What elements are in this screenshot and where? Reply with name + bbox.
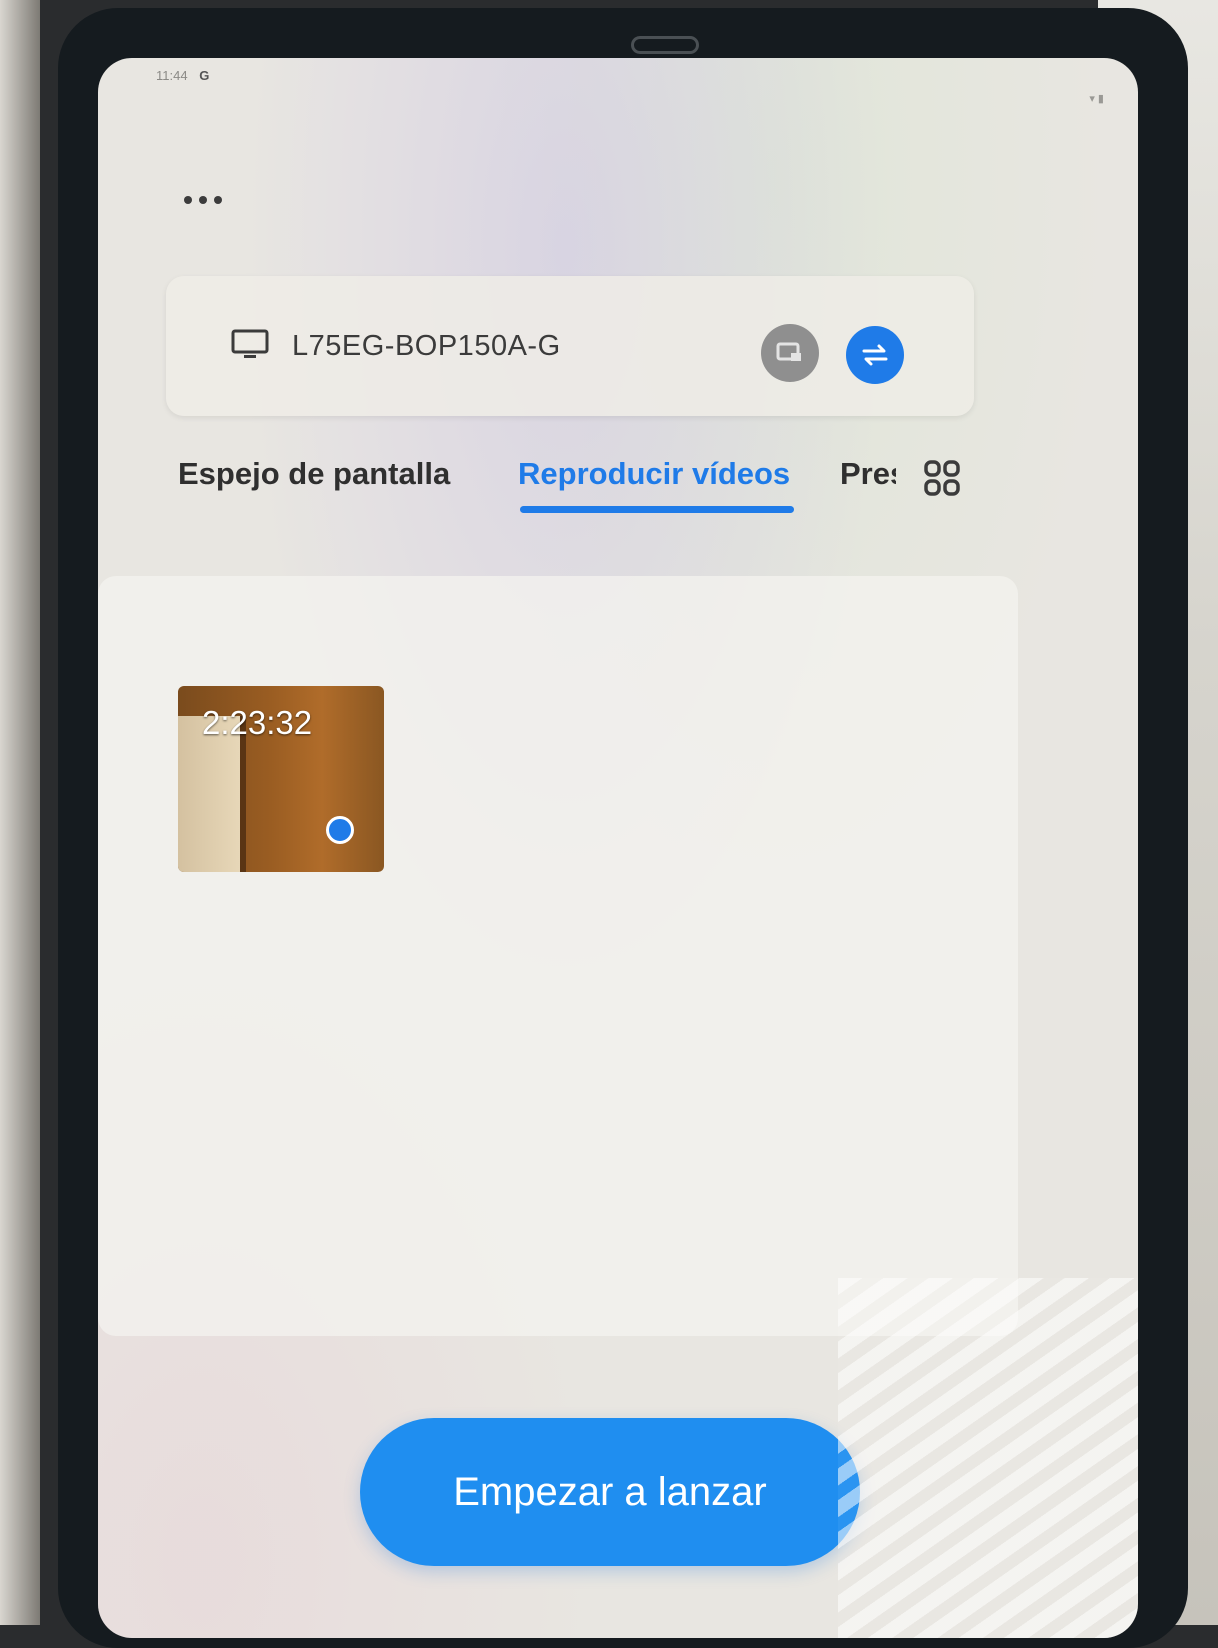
tablet-screen: 11:44 G ▾ ▮ L75EG-BOP150A-G Espejo de pa… — [98, 58, 1138, 1638]
active-tab-indicator — [520, 506, 794, 513]
screen-mirror-button[interactable] — [761, 324, 819, 382]
device-name: L75EG-BOP150A-G — [292, 330, 561, 362]
switch-device-button[interactable] — [846, 326, 904, 384]
video-select-radio[interactable] — [326, 816, 354, 844]
status-bar-left: 11:44 G — [156, 68, 209, 83]
tab-presentation[interactable]: Presentación — [840, 456, 896, 492]
more-horizontal-icon[interactable] — [184, 190, 234, 210]
start-cast-button[interactable]: Empezar a lanzar — [360, 1418, 860, 1566]
status-bar-right: ▾ ▮ — [1089, 93, 1104, 105]
tab-screen-mirror[interactable]: Espejo de pantalla — [178, 456, 450, 492]
screen-mirror-icon — [776, 342, 801, 361]
connected-device-card[interactable]: L75EG-BOP150A-G — [166, 276, 974, 416]
background-left — [0, 0, 40, 1625]
tab-bar: Espejo de pantalla Reproducir vídeos Pre… — [176, 456, 996, 526]
video-thumbnail[interactable]: 2:23:32 — [178, 686, 384, 872]
switch-device-icon — [862, 344, 888, 366]
status-icons: G — [199, 68, 210, 83]
tv-icon — [231, 329, 269, 358]
tablet-speaker — [631, 36, 699, 54]
tab-play-videos[interactable]: Reproducir vídeos — [518, 456, 790, 492]
status-time: 11:44 — [156, 68, 188, 83]
video-duration: 2:23:32 — [202, 704, 313, 741]
grid-apps-icon[interactable] — [922, 458, 962, 498]
